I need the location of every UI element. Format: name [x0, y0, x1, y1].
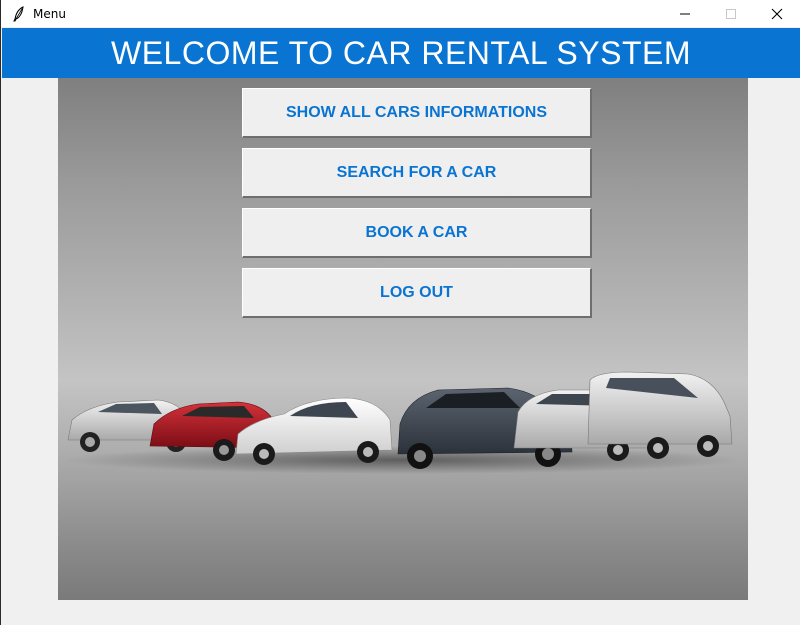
cars-illustration [63, 371, 743, 474]
maximize-icon [726, 8, 736, 19]
show-all-cars-button[interactable]: SHOW ALL CARS INFORMATIONS [242, 88, 592, 138]
close-button[interactable] [754, 0, 800, 27]
app-window: Menu WELCOME TO CAR RENTAL SYSTEM SHOW A… [0, 0, 800, 625]
feather-icon [11, 5, 27, 22]
welcome-banner: WELCOME TO CAR RENTAL SYSTEM [2, 28, 800, 78]
main-panel: SHOW ALL CARS INFORMATIONS SEARCH FOR A … [58, 78, 748, 600]
maximize-button[interactable] [708, 0, 754, 27]
search-car-button[interactable]: SEARCH FOR A CAR [242, 148, 592, 198]
close-icon [771, 8, 783, 19]
window-controls [662, 0, 800, 27]
log-out-button[interactable]: LOG OUT [242, 268, 592, 318]
title-bar: Menu [1, 0, 800, 27]
minimize-icon [680, 13, 690, 14]
window-title: Menu [33, 6, 66, 21]
banner-title: WELCOME TO CAR RENTAL SYSTEM [110, 34, 691, 71]
book-car-button[interactable]: BOOK A CAR [242, 208, 592, 258]
minimize-button[interactable] [662, 0, 708, 27]
